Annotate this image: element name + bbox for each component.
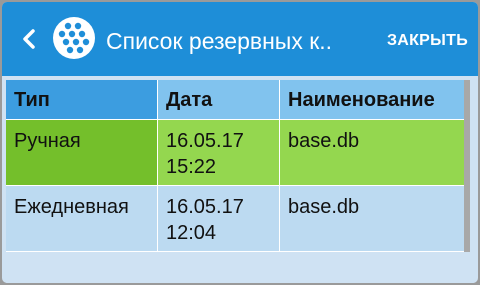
table-header-row: Тип Дата Наименование (6, 80, 464, 120)
cell-date-day: 16.05.17 (166, 130, 244, 152)
app-bar: Список резервных к.. ЗАКРЫТЬ (2, 2, 478, 76)
cell-date-day: 16.05.17 (166, 196, 244, 218)
cell-type: Ручная (6, 120, 158, 186)
app-logo-icon (53, 17, 95, 59)
cell-name: base.db (280, 186, 464, 252)
column-header-name[interactable]: Наименование (280, 80, 464, 120)
window: Список резервных к.. ЗАКРЫТЬ Тип Дата На… (2, 2, 478, 283)
back-button[interactable] (16, 26, 42, 52)
cell-date: 16.05.17 12:04 (158, 186, 280, 252)
column-header-date[interactable]: Дата (158, 80, 280, 120)
empty-list-area (6, 254, 476, 283)
close-button[interactable]: ЗАКРЫТЬ (387, 31, 468, 51)
chevron-left-icon (23, 29, 35, 49)
screen-title: Список резервных к.. (106, 28, 333, 54)
table-row[interactable]: Ручная 16.05.17 15:22 base.db (6, 120, 464, 186)
cell-date-time: 15:22 (166, 156, 217, 178)
column-header-type[interactable]: Тип (6, 80, 158, 120)
scrollbar[interactable] (464, 80, 470, 252)
cell-type: Ежедневная (6, 186, 158, 252)
table-row[interactable]: Ежедневная 16.05.17 12:04 base.db (6, 186, 464, 252)
cell-date-time: 12:04 (166, 222, 217, 244)
cell-name: base.db (280, 120, 464, 186)
cell-date: 16.05.17 15:22 (158, 120, 280, 186)
backup-table: Тип Дата Наименование Ручная 16.05.17 15… (6, 80, 464, 252)
